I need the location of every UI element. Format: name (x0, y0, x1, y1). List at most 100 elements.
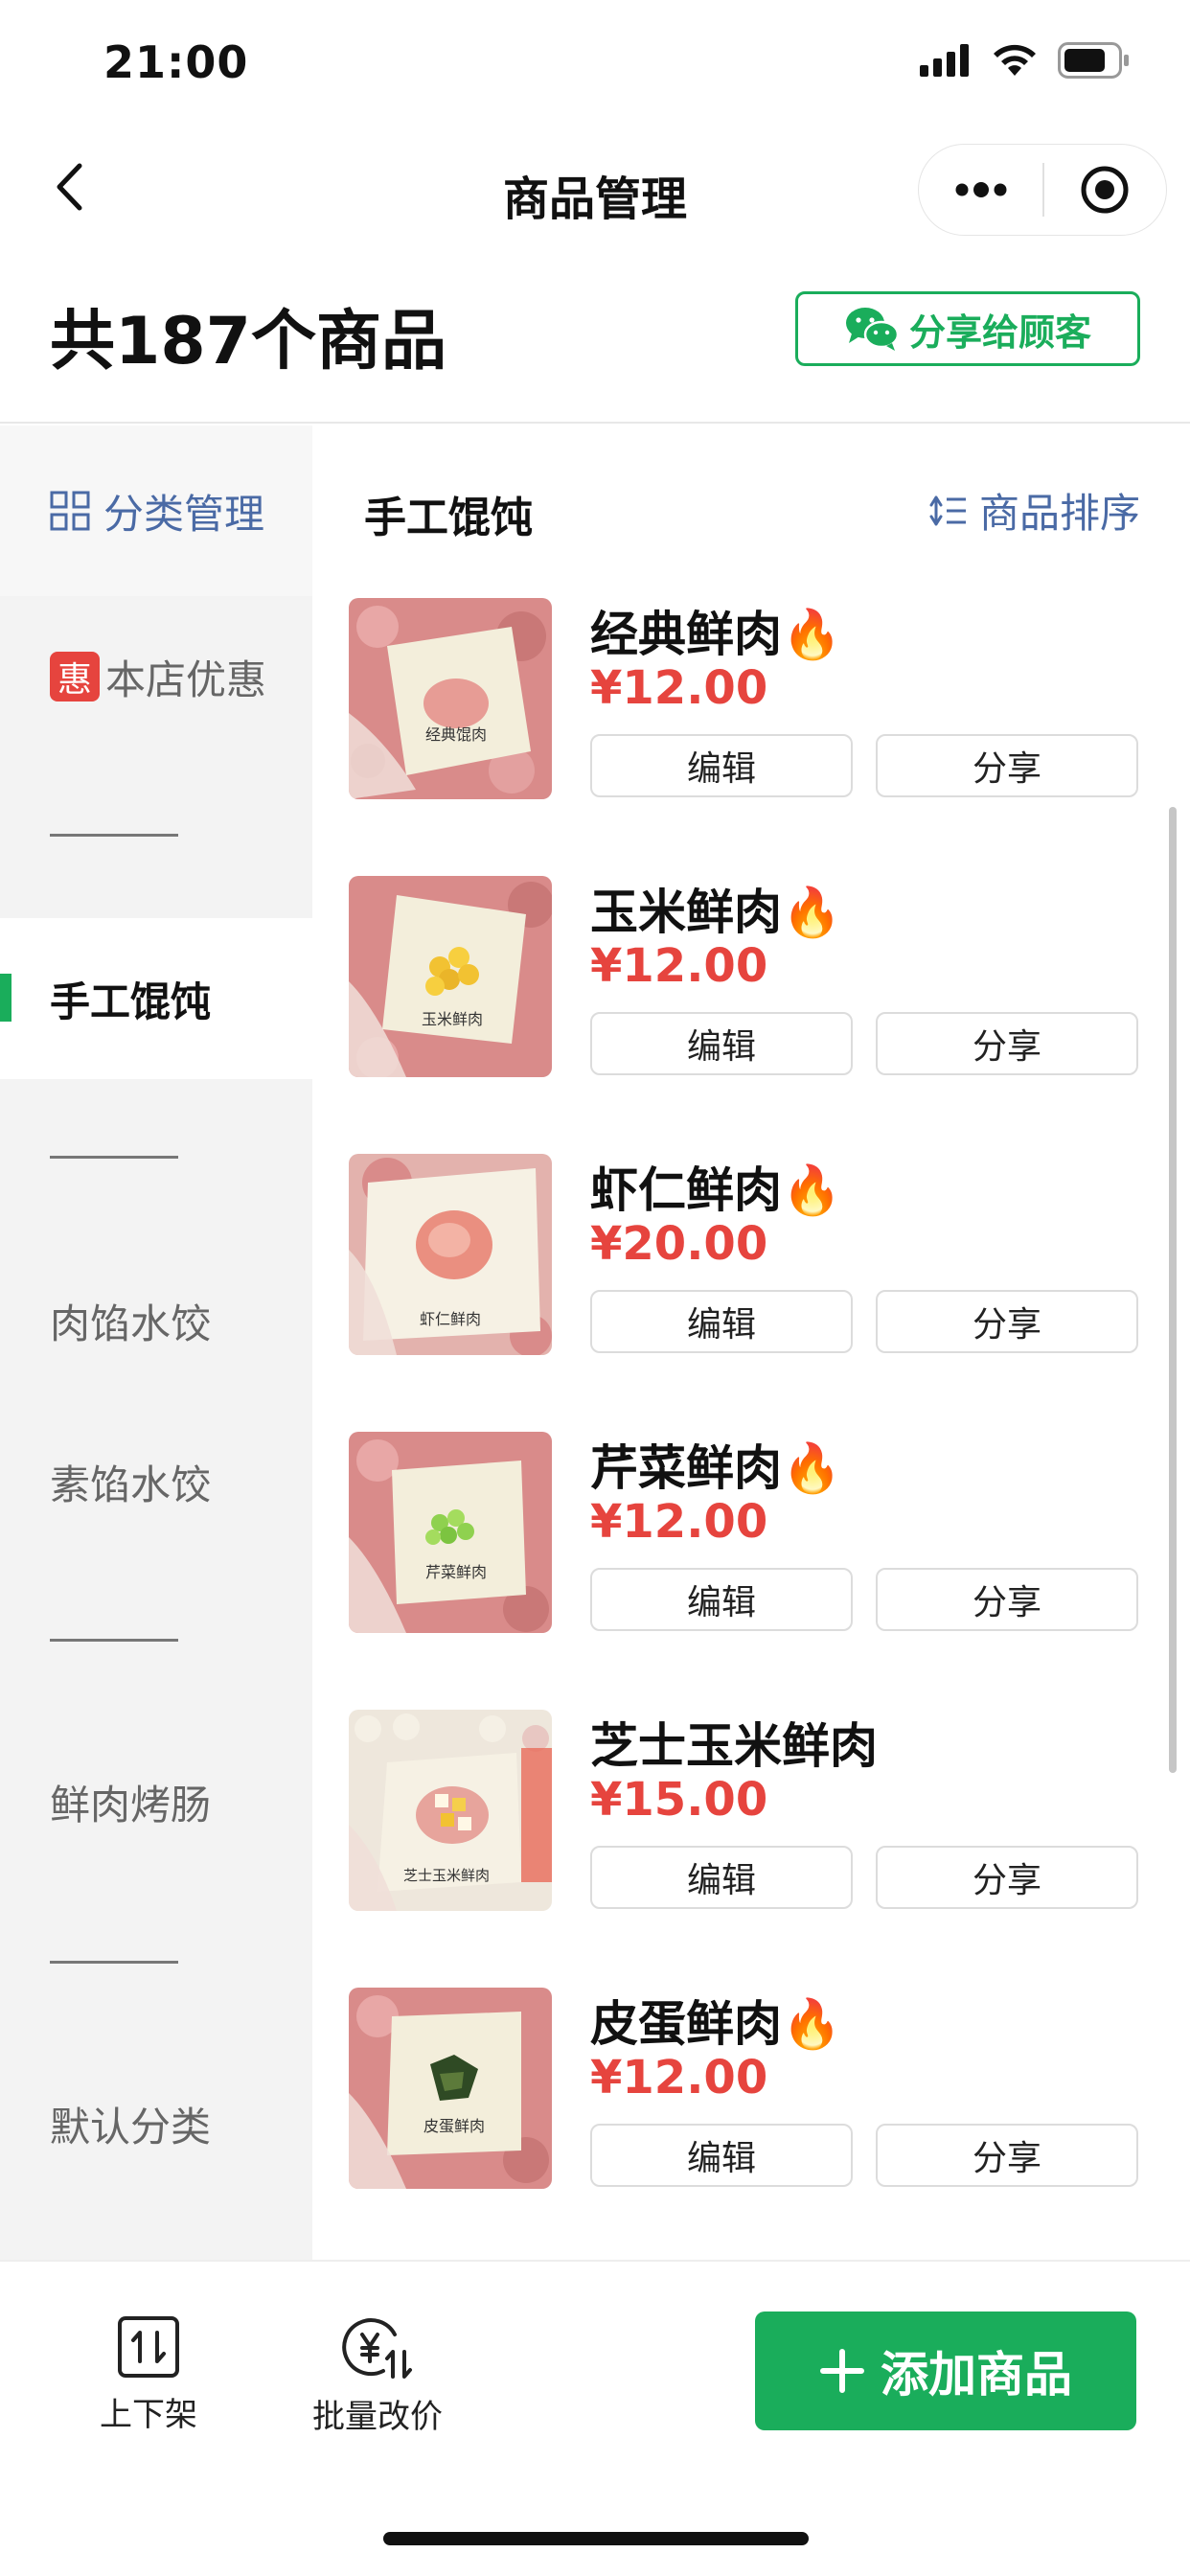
product-name: 芝士玉米鲜肉 (590, 1708, 878, 1777)
product-row[interactable]: 虾仁鲜肉 虾仁鲜肉🔥 ¥20.00 编辑 分享 (349, 1154, 1144, 1365)
product-name: 皮蛋鲜肉🔥 (590, 1986, 841, 2055)
sidebar-divider (50, 1156, 178, 1159)
share-button[interactable]: 分享 (876, 2124, 1138, 2187)
sidebar-item-label: 默认分类 (50, 2103, 212, 2150)
thumbnail-caption: 经典馄肉 (425, 725, 487, 744)
product-price: ¥20.00 (590, 1217, 768, 1271)
battery-icon (1058, 42, 1129, 79)
sidebar-item-promotion[interactable]: 惠 本店优惠 (0, 596, 312, 757)
sidebar-item-label: 肉馅水饺 (50, 1300, 212, 1347)
product-thumbnail: 皮蛋鲜肉 (349, 1988, 552, 2189)
product-row[interactable]: 玉米鲜肉 玉米鲜肉🔥 ¥12.00 编辑 分享 (349, 876, 1144, 1087)
category-manage-button[interactable]: 分类管理 (0, 426, 312, 596)
product-list-header: 手工馄饨 商品排序 (312, 450, 1190, 575)
product-thumbnail: 虾仁鲜肉 (349, 1154, 552, 1355)
close-mini-program-button[interactable] (1044, 145, 1167, 235)
thumbnail-caption: 虾仁鲜肉 (420, 1310, 481, 1328)
nav-bar: 商品管理 (0, 134, 1190, 249)
page-header: 共187个商品 分享给顾客 (0, 268, 1190, 424)
product-name-text: 芝士玉米鲜肉 (590, 1718, 878, 1774)
product-thumbnail: 玉米鲜肉 (349, 876, 552, 1077)
hot-fire-icon: 🔥 (782, 1440, 842, 1496)
sidebar-item-sausage[interactable]: 鲜肉烤肠 (0, 1721, 312, 1882)
share-button[interactable]: 分享 (876, 1290, 1138, 1353)
edit-button[interactable]: 编辑 (590, 2124, 853, 2187)
list-scrollbar[interactable] (1169, 807, 1177, 1773)
sidebar-item-meat-dumplings[interactable]: 肉馅水饺 (0, 1240, 312, 1401)
product-thumbnail: 芝士玉米鲜肉 (349, 1710, 552, 1911)
wifi-icon (994, 44, 1036, 76)
target-icon (1081, 166, 1129, 214)
edit-button[interactable]: 编辑 (590, 1290, 853, 1353)
edit-button[interactable]: 编辑 (590, 1846, 853, 1909)
product-name-text: 虾仁鲜肉 (590, 1162, 782, 1218)
status-icons (920, 42, 1131, 79)
product-row[interactable]: 皮蛋鲜肉 皮蛋鲜肉🔥 ¥12.00 编辑 分享 (349, 1988, 1144, 2198)
up-down-shelf-icon (118, 2316, 179, 2378)
sidebar-item-default[interactable]: 默认分类 (0, 2043, 312, 2204)
add-product-label: 添加商品 (881, 2347, 1072, 2403)
share-button[interactable]: 分享 (876, 1568, 1138, 1631)
more-button[interactable] (919, 145, 1042, 235)
share-to-customer-label: 分享给顾客 (908, 310, 1091, 354)
add-product-button[interactable]: 添加商品 (755, 2312, 1136, 2430)
sidebar-divider (50, 1639, 178, 1642)
thumbnail-caption: 芝士玉米鲜肉 (403, 1867, 490, 1884)
home-indicator[interactable] (383, 2532, 809, 2545)
thumbnail-caption: 皮蛋鲜肉 (423, 2117, 485, 2135)
product-name-text: 经典鲜肉 (590, 607, 782, 662)
status-bar: 21:00 (0, 0, 1190, 125)
share-button[interactable]: 分享 (876, 1012, 1138, 1075)
product-thumbnail: 经典馄肉 (349, 598, 552, 799)
section-title: 手工馄饨 (364, 494, 533, 542)
more-dots-icon (955, 182, 1006, 197)
product-row[interactable]: 经典馄肉 经典鲜肉🔥 ¥12.00 编辑 分享 (349, 598, 1144, 809)
product-row[interactable]: 芝士玉米鲜肉 芝士玉米鲜肉 ¥15.00 编辑 分享 (349, 1710, 1144, 1920)
promo-badge: 惠 (50, 652, 100, 702)
hot-fire-icon: 🔥 (782, 607, 842, 662)
edit-button[interactable]: 编辑 (590, 734, 853, 797)
sidebar-divider (50, 1961, 178, 1964)
category-manage-label: 分类管理 (103, 490, 265, 538)
product-price: ¥15.00 (590, 1773, 768, 1827)
hot-fire-icon: 🔥 (782, 1162, 842, 1218)
total-count: 共187个商品 (50, 304, 446, 380)
wechat-icon (845, 308, 900, 351)
sidebar-item-veg-dumplings[interactable]: 素馅水饺 (0, 1401, 312, 1562)
product-name: 芹菜鲜肉🔥 (590, 1430, 841, 1499)
sidebar-item-label: 素馅水饺 (50, 1460, 212, 1508)
product-sort-button[interactable]: 商品排序 (926, 481, 1140, 540)
signal-icon (920, 44, 969, 77)
edit-button[interactable]: 编辑 (590, 1012, 853, 1075)
product-name-text: 芹菜鲜肉 (590, 1440, 782, 1496)
sidebar-item-wonton[interactable]: 手工馄饨 (0, 918, 312, 1079)
bottom-toolbar: 上下架 批量改价 添加商品 (0, 2260, 1190, 2576)
product-name: 经典鲜肉🔥 (590, 596, 841, 665)
product-price: ¥12.00 (590, 2051, 768, 2104)
sort-icon (929, 495, 966, 525)
product-price: ¥12.00 (590, 939, 768, 993)
product-name: 虾仁鲜肉🔥 (590, 1152, 841, 1221)
hot-fire-icon: 🔥 (782, 1996, 842, 2052)
batch-price-label: 批量改价 (312, 2398, 443, 2436)
sidebar-item-label: 鲜肉烤肠 (50, 1781, 212, 1828)
product-name-text: 皮蛋鲜肉 (590, 1996, 782, 2052)
product-name-text: 玉米鲜肉 (590, 885, 782, 940)
share-button[interactable]: 分享 (876, 734, 1138, 797)
product-price: ¥12.00 (590, 1495, 768, 1549)
hot-fire-icon: 🔥 (782, 885, 842, 940)
shelf-toggle-button[interactable]: 上下架 (100, 2315, 197, 2435)
share-button[interactable]: 分享 (876, 1846, 1138, 1909)
batch-price-icon (342, 2318, 412, 2379)
share-to-customer-button[interactable]: 分享给顾客 (795, 291, 1140, 366)
status-time: 21:00 (103, 36, 249, 88)
plus-icon (820, 2349, 864, 2393)
mini-program-capsule (918, 144, 1167, 236)
thumbnail-caption: 芹菜鲜肉 (425, 1563, 487, 1581)
shelf-toggle-label: 上下架 (100, 2396, 197, 2434)
batch-price-button[interactable]: 批量改价 (312, 2315, 443, 2437)
edit-button[interactable]: 编辑 (590, 1568, 853, 1631)
category-sidebar: 分类管理 惠 本店优惠 手工馄饨 肉馅水饺 素馅水饺 鲜肉烤肠 默认分类 (0, 426, 312, 2260)
thumbnail-caption: 玉米鲜肉 (422, 1010, 483, 1028)
product-row[interactable]: 芹菜鲜肉 芹菜鲜肉🔥 ¥12.00 编辑 分享 (349, 1432, 1144, 1643)
